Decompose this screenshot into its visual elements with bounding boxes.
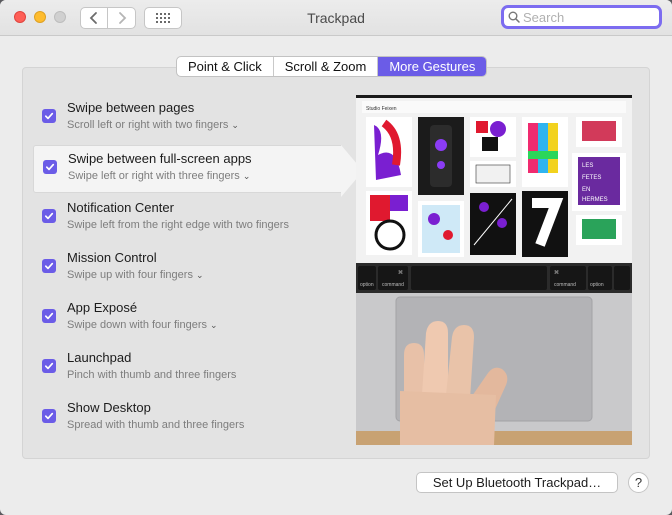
gesture-title: Launchpad bbox=[67, 350, 132, 365]
app-expose-checkbox[interactable] bbox=[42, 309, 56, 323]
mission-control-checkbox[interactable] bbox=[42, 259, 56, 273]
trackpad-window: Trackpad Point & Click Scroll & Zoom Mor… bbox=[0, 0, 672, 515]
gesture-option-menu[interactable]: Swipe up with four fingers ⌄ bbox=[67, 269, 204, 281]
chevron-down-icon: ⌄ bbox=[210, 320, 218, 330]
checkmark-icon bbox=[44, 112, 54, 120]
gesture-title: Swipe between full-screen apps bbox=[68, 151, 252, 166]
checkmark-icon bbox=[44, 212, 54, 220]
gesture-row-swipe-between-full-screen-apps[interactable]: Swipe between full-screen apps Swipe lef… bbox=[33, 145, 363, 197]
checkmark-icon bbox=[44, 412, 54, 420]
tab-bar: Point & Click Scroll & Zoom More Gesture… bbox=[176, 56, 488, 77]
search-input[interactable] bbox=[523, 9, 658, 25]
search-icon bbox=[508, 11, 520, 23]
set-up-bluetooth-trackpad-button[interactable]: Set Up Bluetooth Trackpad… bbox=[416, 472, 618, 493]
svg-text:LES: LES bbox=[582, 163, 593, 169]
search-field[interactable] bbox=[501, 5, 662, 29]
checkmark-icon bbox=[44, 312, 54, 320]
svg-text:HERMES: HERMES bbox=[582, 197, 608, 203]
gesture-row-app-expose[interactable]: App Exposé Swipe down with four fingers ⌄ bbox=[33, 295, 341, 343]
chevron-down-icon: ⌄ bbox=[242, 171, 251, 181]
gesture-option-label: Swipe up with four fingers bbox=[67, 269, 193, 281]
gesture-description: Pinch with thumb and three fingers bbox=[67, 369, 237, 381]
gesture-option-label: Swipe down with four fingers bbox=[67, 319, 208, 331]
chevron-down-icon: ⌄ bbox=[231, 120, 239, 130]
gesture-description: Spread with thumb and three fingers bbox=[67, 419, 245, 431]
svg-text:FETES: FETES bbox=[582, 175, 601, 181]
gesture-title: Mission Control bbox=[67, 250, 157, 265]
gesture-row-mission-control[interactable]: Mission Control Swipe up with four finge… bbox=[33, 245, 341, 293]
gesture-title: Swipe between pages bbox=[67, 100, 195, 115]
gesture-description: Swipe left from the right edge with two … bbox=[67, 219, 289, 231]
preview-illustration: Studio Feixen LES FETES EN HERMES ⌘ comm… bbox=[356, 95, 632, 445]
title-bar: Trackpad bbox=[0, 0, 672, 36]
key-option-right: option bbox=[590, 282, 604, 288]
preview-studio-name: Studio Feixen bbox=[366, 106, 397, 112]
notification-center-checkbox[interactable] bbox=[42, 209, 56, 223]
gesture-row-notification-center[interactable]: Notification Center Swipe left from the … bbox=[33, 195, 341, 243]
key-command-label-right: command bbox=[554, 282, 576, 288]
gesture-option-menu[interactable]: Swipe down with four fingers ⌄ bbox=[67, 319, 218, 331]
gesture-title: Show Desktop bbox=[67, 400, 151, 415]
gesture-title: App Exposé bbox=[67, 300, 138, 315]
gesture-option-label: Scroll left or right with two fingers bbox=[67, 119, 229, 131]
gesture-row-show-desktop[interactable]: Show Desktop Spread with thumb and three… bbox=[33, 395, 341, 443]
checkmark-icon bbox=[44, 362, 54, 370]
gesture-option-menu[interactable]: Scroll left or right with two fingers ⌄ bbox=[67, 119, 239, 131]
svg-text:EN: EN bbox=[582, 187, 590, 193]
swipe-between-pages-checkbox[interactable] bbox=[42, 109, 56, 123]
gesture-option-menu[interactable]: Swipe left or right with three fingers ⌄ bbox=[68, 170, 250, 182]
chevron-down-icon: ⌄ bbox=[195, 270, 204, 280]
gesture-title: Notification Center bbox=[67, 200, 174, 215]
tab-point-and-click[interactable]: Point & Click bbox=[177, 57, 274, 76]
tab-scroll-and-zoom[interactable]: Scroll & Zoom bbox=[274, 57, 379, 76]
key-command-label: command bbox=[382, 282, 404, 288]
gesture-row-swipe-between-pages[interactable]: Swipe between pages Scroll left or right… bbox=[33, 95, 341, 143]
key-command-symbol-right: ⌘ bbox=[554, 270, 559, 276]
gesture-preview-video: Studio Feixen LES FETES EN HERMES ⌘ comm… bbox=[356, 95, 632, 445]
key-command-symbol: ⌘ bbox=[398, 270, 403, 276]
swipe-between-full-screen-apps-checkbox[interactable] bbox=[43, 160, 57, 174]
gesture-option-label: Swipe left or right with three fingers bbox=[68, 170, 240, 182]
launchpad-checkbox[interactable] bbox=[42, 359, 56, 373]
checkmark-icon bbox=[44, 262, 54, 270]
show-desktop-checkbox[interactable] bbox=[42, 409, 56, 423]
help-button[interactable]: ? bbox=[628, 472, 649, 493]
checkmark-icon bbox=[45, 163, 55, 171]
gesture-row-launchpad[interactable]: Launchpad Pinch with thumb and three fin… bbox=[33, 345, 341, 393]
key-option-left: option bbox=[360, 282, 374, 288]
tab-more-gestures[interactable]: More Gestures bbox=[378, 57, 487, 76]
